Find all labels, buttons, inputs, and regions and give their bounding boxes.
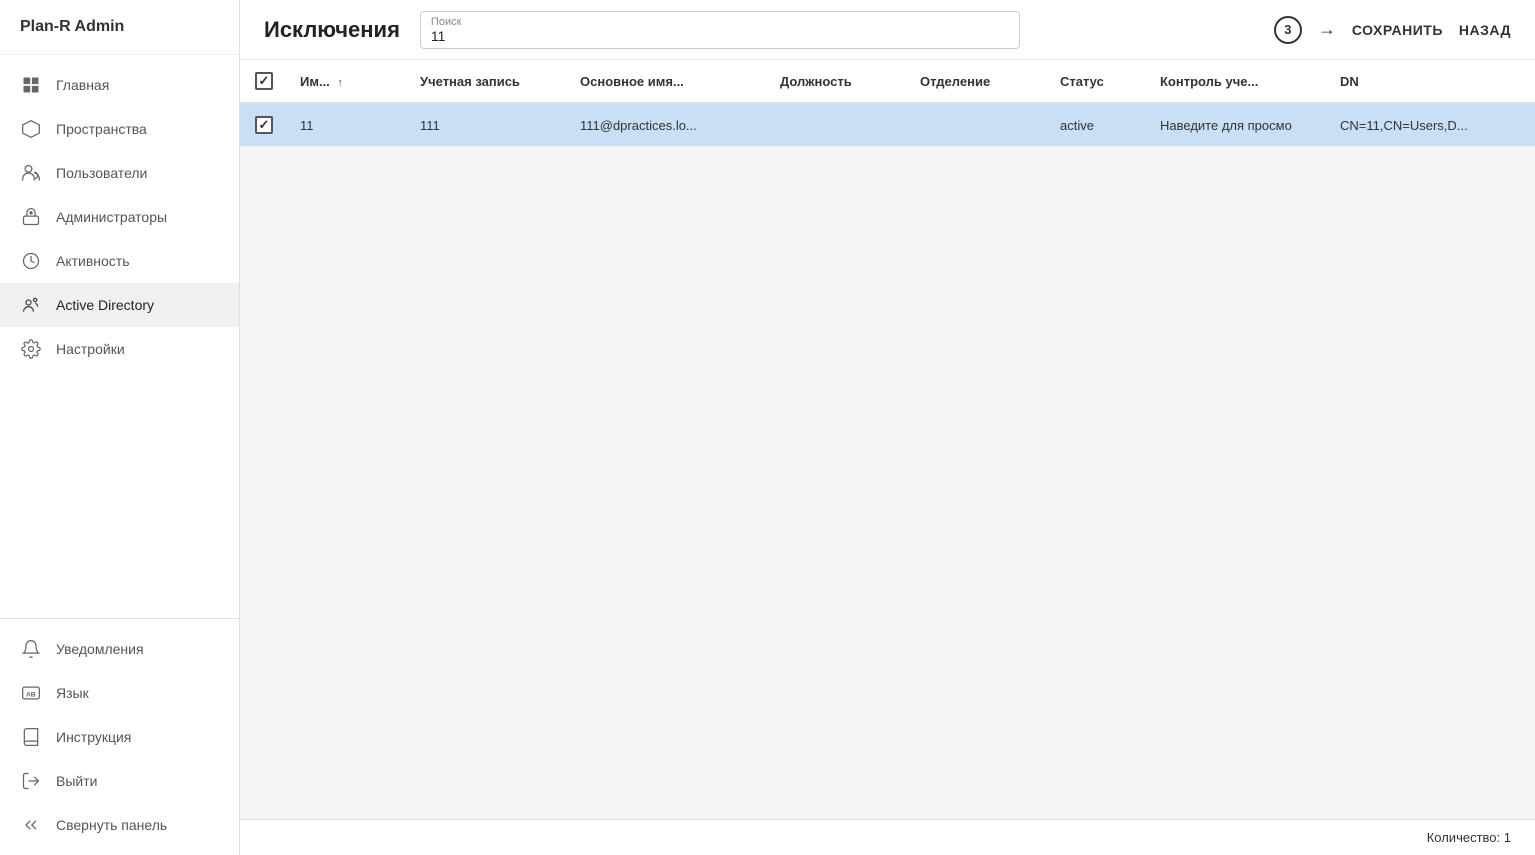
back-button[interactable]: НАЗАД bbox=[1459, 22, 1511, 38]
col-header-account[interactable]: Учетная запись bbox=[408, 60, 568, 103]
col-header-position[interactable]: Должность bbox=[768, 60, 908, 103]
sidebar-item-users-label: Пользователи bbox=[56, 165, 147, 181]
sidebar-item-settings[interactable]: Настройки bbox=[0, 327, 239, 371]
language-icon: АВ bbox=[20, 682, 42, 704]
sidebar-item-home[interactable]: Главная bbox=[0, 63, 239, 107]
search-label: Поиск bbox=[431, 16, 1009, 28]
col-header-check bbox=[240, 60, 288, 103]
col-position-label: Должность bbox=[780, 74, 852, 89]
svg-text:АВ: АВ bbox=[26, 691, 36, 698]
table-header-row: Им... ↑ Учетная запись Основное имя... Д… bbox=[240, 60, 1535, 103]
col-status-label: Статус bbox=[1060, 74, 1104, 89]
row-position-cell bbox=[768, 103, 908, 146]
book-icon bbox=[20, 726, 42, 748]
col-account-label: Учетная запись bbox=[420, 74, 520, 89]
col-dept-label: Отделение bbox=[920, 74, 990, 89]
sidebar-item-settings-label: Настройки bbox=[56, 341, 125, 357]
row-control-cell: Наведите для просмо bbox=[1148, 103, 1328, 146]
col-header-name[interactable]: Им... ↑ bbox=[288, 60, 408, 103]
row-checkbox[interactable] bbox=[255, 116, 273, 134]
save-button[interactable]: СОХРАНИТЬ bbox=[1352, 22, 1443, 38]
logout-icon bbox=[20, 770, 42, 792]
app-logo: Plan-R Admin bbox=[0, 0, 239, 55]
annotation-3-badge: 3 bbox=[1274, 16, 1302, 44]
page-title: Исключения bbox=[264, 17, 400, 43]
col-primary-label: Основное имя... bbox=[580, 74, 684, 89]
count-label: Количество: bbox=[1427, 830, 1500, 845]
active-directory-icon bbox=[20, 294, 42, 316]
row-dept-cell bbox=[908, 103, 1048, 146]
header-actions: 3 → СОХРАНИТЬ НАЗАД bbox=[1274, 16, 1511, 44]
sidebar-item-notifications-label: Уведомления bbox=[56, 641, 144, 657]
search-box[interactable]: Поиск 11 bbox=[420, 11, 1020, 49]
count-value: 1 bbox=[1504, 830, 1511, 845]
sidebar-collapse[interactable]: Свернуть панель bbox=[0, 803, 239, 847]
sidebar-item-manual[interactable]: Инструкция bbox=[0, 715, 239, 759]
content-area: Им... ↑ Учетная запись Основное имя... Д… bbox=[240, 60, 1535, 819]
header: Исключения Поиск 11 3 → СОХРАНИТЬ НАЗАД bbox=[240, 0, 1535, 60]
col-header-dn[interactable]: DN bbox=[1328, 60, 1535, 103]
sidebar-item-activity[interactable]: Активность bbox=[0, 239, 239, 283]
search-area: Поиск 11 bbox=[420, 11, 1254, 49]
sidebar-collapse-label: Свернуть панель bbox=[56, 817, 167, 833]
sidebar-item-notifications[interactable]: Уведомления bbox=[0, 627, 239, 671]
sort-asc-icon: ↑ bbox=[337, 77, 343, 89]
row-check-cell bbox=[240, 103, 288, 146]
table-body: 11 111 111@dpractices.lo... active Навед… bbox=[240, 103, 1535, 146]
sidebar-item-spaces-label: Пространства bbox=[56, 121, 147, 137]
sidebar-item-language-label: Язык bbox=[56, 685, 89, 701]
col-header-primary[interactable]: Основное имя... bbox=[568, 60, 768, 103]
table-container: Им... ↑ Учетная запись Основное имя... Д… bbox=[240, 60, 1535, 146]
collapse-icon bbox=[20, 814, 42, 836]
home-icon bbox=[20, 74, 42, 96]
sidebar-item-spaces[interactable]: Пространства bbox=[0, 107, 239, 151]
row-name-cell: 11 bbox=[288, 103, 408, 146]
col-name-label: Им... bbox=[300, 74, 330, 89]
row-dn-cell: CN=11,CN=Users,D... bbox=[1328, 103, 1535, 146]
sidebar-item-logout-label: Выйти bbox=[56, 773, 97, 789]
sidebar-nav: Главная Пространства Пользователи Админи… bbox=[0, 55, 239, 618]
users-icon bbox=[20, 162, 42, 184]
col-header-status[interactable]: Статус bbox=[1048, 60, 1148, 103]
admins-icon bbox=[20, 206, 42, 228]
col-dn-label: DN bbox=[1340, 74, 1359, 89]
sidebar-item-activity-label: Активность bbox=[56, 253, 130, 269]
main-content: Исключения Поиск 11 3 → СОХРАНИТЬ НАЗАД bbox=[240, 0, 1535, 855]
row-status-cell: active bbox=[1048, 103, 1148, 146]
search-value: 11 bbox=[431, 28, 446, 44]
activity-icon bbox=[20, 250, 42, 272]
sidebar-bottom: Уведомления АВ Язык Инструкция Выйти bbox=[0, 618, 239, 855]
select-all-checkbox[interactable] bbox=[255, 72, 273, 90]
sidebar-item-manual-label: Инструкция bbox=[56, 729, 131, 745]
settings-icon bbox=[20, 338, 42, 360]
row-primary-cell: 111@dpractices.lo... bbox=[568, 103, 768, 146]
arrow-icon: → bbox=[1318, 19, 1336, 40]
row-account-cell: 111 bbox=[408, 103, 568, 146]
bell-icon bbox=[20, 638, 42, 660]
footer: Количество: 1 bbox=[240, 819, 1535, 855]
sidebar-item-logout[interactable]: Выйти bbox=[0, 759, 239, 803]
col-control-label: Контроль уче... bbox=[1160, 74, 1258, 89]
sidebar-item-language[interactable]: АВ Язык bbox=[0, 671, 239, 715]
table-row[interactable]: 11 111 111@dpractices.lo... active Навед… bbox=[240, 103, 1535, 146]
sidebar-item-admins[interactable]: Администраторы bbox=[0, 195, 239, 239]
sidebar-item-active-directory-label: Active Directory bbox=[56, 297, 154, 313]
sidebar: Plan-R Admin Главная Пространства Пользо… bbox=[0, 0, 240, 855]
sidebar-item-home-label: Главная bbox=[56, 77, 109, 93]
exclusions-table: Им... ↑ Учетная запись Основное имя... Д… bbox=[240, 60, 1535, 146]
spaces-icon bbox=[20, 118, 42, 140]
col-header-control[interactable]: Контроль уче... bbox=[1148, 60, 1328, 103]
sidebar-item-users[interactable]: Пользователи bbox=[0, 151, 239, 195]
sidebar-item-active-directory[interactable]: Active Directory bbox=[0, 283, 239, 327]
sidebar-item-admins-label: Администраторы bbox=[56, 209, 167, 225]
col-header-dept[interactable]: Отделение bbox=[908, 60, 1048, 103]
